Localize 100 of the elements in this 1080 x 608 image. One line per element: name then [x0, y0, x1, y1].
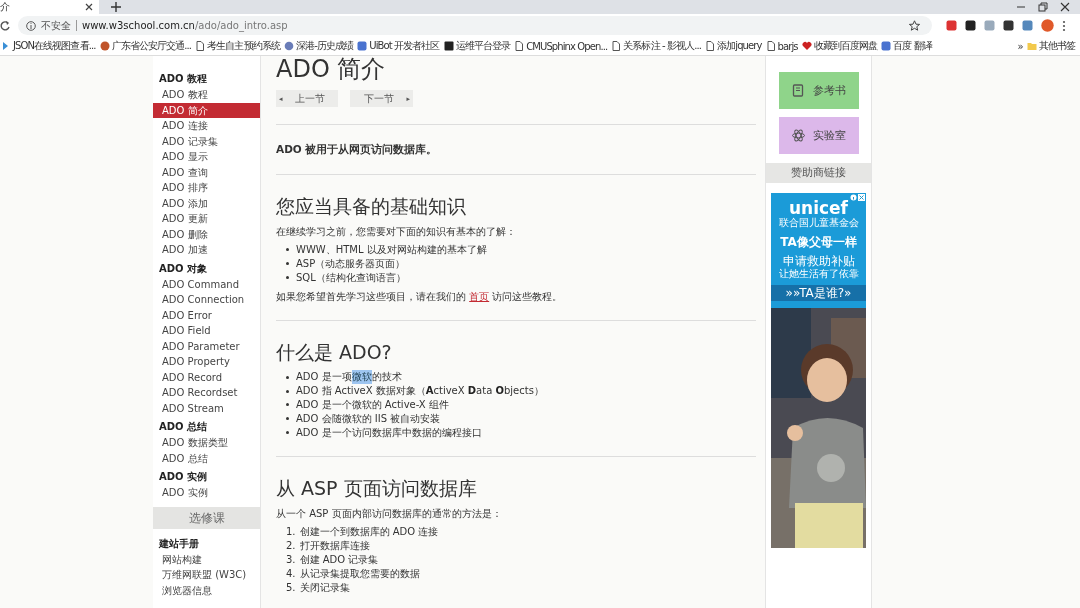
sidebar-item[interactable]: ADO Parameter [153, 338, 260, 354]
sidebar-heading: ADO 对象 [158, 261, 209, 276]
sidebar-item[interactable]: ADO 更新 [153, 211, 260, 227]
reference-button[interactable]: 实验室 [778, 117, 859, 154]
sidebar-item[interactable]: ADO Record [153, 369, 260, 385]
app-icon [443, 41, 454, 51]
sidebar-item[interactable]: 网站构建 [153, 551, 260, 567]
reload-icon[interactable] [0, 19, 10, 32]
sidebar-item[interactable]: ADO 连接 [153, 118, 260, 134]
bookmark[interactable]: 关系标注 - 影视人... [610, 39, 703, 53]
paragraph: 从一个 ASP 页面内部访问数据库的通常的方法是： [276, 507, 503, 521]
bookmark[interactable]: 收藏到百度网盘 [800, 39, 879, 53]
sidebar-heading: ADO 实例 [158, 470, 209, 484]
intro-text: ADO 被用于从网页访问数据库。 [276, 143, 439, 157]
list-item: SQL（结构化查询语言） [286, 270, 756, 285]
sponsor-heading: 赞助商链接 [766, 163, 871, 183]
sidebar-item[interactable]: ADO 删除 [153, 226, 260, 242]
browser-tab[interactable]: 介 [0, 0, 99, 14]
heart-icon [801, 41, 812, 51]
list-item: ADO 会随微软的 IIS 被自动安装 [286, 411, 756, 426]
info-icon[interactable] [26, 20, 36, 31]
avatar-icon[interactable] [1041, 19, 1054, 32]
sidebar-heading: 建站手册 [157, 536, 200, 551]
bookmark[interactable]: 深港-历史成绩 [282, 39, 355, 53]
extension-icon[interactable] [965, 20, 976, 31]
atom-icon [791, 129, 805, 142]
sidebar-item[interactable]: ADO Recordset [153, 385, 260, 401]
sidebar-item[interactable]: ADO 简介 [153, 102, 260, 118]
new-tab-icon[interactable] [111, 2, 121, 12]
ad-brand: unicef [787, 199, 849, 217]
star-icon[interactable] [909, 20, 920, 31]
bookmark[interactable]: UiBot 开发者社区 [356, 39, 441, 53]
close-icon[interactable] [85, 3, 93, 11]
sidebar-heading: ADO 总结 [158, 420, 209, 434]
section-heading: 从 ASP 页面访问数据库 [276, 476, 478, 502]
ad-text: 申请救助补贴 [781, 254, 856, 268]
list-item: ASP（动态服务器页面） [286, 256, 756, 271]
bookmark[interactable]: JSON在线视图查看... [0, 39, 97, 53]
bookmark[interactable]: 添加jquery [704, 39, 763, 53]
close-icon[interactable] [1060, 2, 1070, 12]
reference-button[interactable]: 参考书 [778, 72, 859, 109]
list-item: WWW、HTML 以及对网站构建的基本了解 [286, 243, 756, 257]
list-item: 1. 创建一个到数据库的 ADO 连接 [286, 525, 440, 540]
sidebar-item[interactable]: ADO Property [153, 354, 260, 370]
sidebar-item[interactable]: ADO Connection [153, 292, 260, 308]
sidebar-item[interactable]: ADO 教程 [153, 87, 260, 103]
paragraph: 在继续学习之前，您需要对下面的知识有基本的了解： [276, 225, 517, 238]
bookmark[interactable]: CMUSphinx Open... [513, 40, 609, 52]
menu-icon[interactable] [1062, 19, 1066, 32]
sidebar-item[interactable]: ADO 加速 [153, 242, 260, 258]
bookmark-folder[interactable]: 其他书签 [1025, 39, 1076, 53]
ad-text: 联合国儿童基金会 [777, 217, 860, 229]
bookmark[interactable]: barjs [764, 40, 799, 52]
sidebar-item[interactable]: ADO Error [153, 307, 260, 323]
list-item: ADO 是一个访问数据库中数据的编程接口 [286, 425, 756, 440]
ad-text: 让她生活有了依靠 [777, 268, 860, 280]
address-bar[interactable]: 不安全 www.w3school.com.cn/ado/ado_intro.asp [18, 16, 932, 35]
ad-info-icon[interactable] [850, 194, 857, 201]
section-heading: 您应当具备的基础知识 [276, 194, 467, 219]
book-icon [791, 84, 805, 97]
badge-icon [99, 41, 110, 51]
sidebar-heading: ADO 教程 [158, 72, 209, 86]
extension-icon[interactable] [1003, 20, 1014, 31]
sidebar-item[interactable]: ADO Field [153, 323, 260, 339]
ad-link[interactable]: »»TA是谁?» [771, 285, 866, 301]
sidebar-item[interactable]: 万维网联盟 (W3C) [153, 567, 260, 583]
bookmark[interactable]: 考生自主预约系统 [194, 39, 281, 53]
page-icon [611, 41, 622, 51]
sidebar-item[interactable]: ADO 排序 [153, 180, 260, 196]
bookmark[interactable]: 广东省公安厅交通... [98, 39, 193, 53]
ad-headline: TA像父母一样 [779, 234, 858, 250]
page-title: ADO 简介 [276, 56, 387, 82]
ad-banner[interactable]: unicef 联合国儿童基金会 TA像父母一样 申请救助补贴 让她生活有了依靠 »»TA是谁?» [771, 193, 866, 308]
url-text: www.w3school.com.cn/ado/ado_intro.asp [82, 20, 288, 31]
page-icon [765, 41, 776, 51]
sidebar-item[interactable]: 浏览器信息 [153, 582, 260, 598]
home-link[interactable]: 首页 [469, 291, 490, 303]
sidebar-item[interactable]: ADO 记录集 [153, 133, 260, 149]
sidebar-item[interactable]: ADO 总结 [153, 450, 260, 466]
sidebar-banner: 选修课 [153, 506, 260, 529]
bookmark[interactable]: 百度 翻译 [880, 39, 933, 53]
globe-icon [283, 41, 294, 51]
sidebar-item[interactable]: ADO 数据类型 [153, 435, 260, 451]
sidebar-item[interactable]: ADO 实例 [153, 485, 260, 501]
bookmark[interactable]: 运维平台登录 [442, 39, 512, 53]
list-item: 4. 从记录集提取您需要的数据 [286, 566, 421, 581]
tab-title: 介 [0, 1, 10, 13]
paragraph: 如果您希望首先学习这些项目，请在我们的 首页 访问这些教程。 [276, 290, 564, 304]
sidebar-item[interactable]: ADO Stream [153, 400, 260, 416]
page-icon [195, 41, 206, 51]
more-bookmarks-button[interactable]: » [1017, 40, 1024, 52]
page-icon [514, 41, 525, 51]
sidebar-item[interactable]: ADO 添加 [153, 195, 260, 211]
restore-icon[interactable] [1038, 2, 1048, 12]
sidebar-item[interactable]: ADO Command [153, 276, 260, 292]
app-icon [881, 41, 892, 51]
sidebar-item[interactable]: ADO 显示 [153, 149, 260, 165]
list-item: ADO 指 ActiveX 数据对象（ActiveX Data Objects） [286, 384, 756, 398]
sidebar-item[interactable]: ADO 查询 [153, 164, 260, 180]
section-heading: 什么是 ADO? [276, 340, 393, 366]
